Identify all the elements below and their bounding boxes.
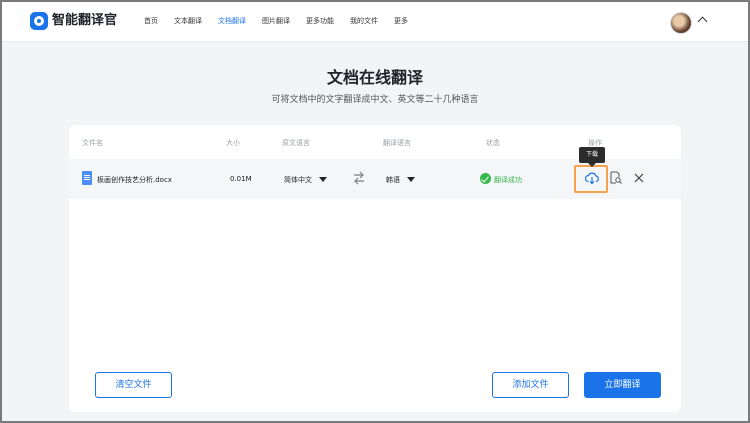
user-avatar[interactable] <box>670 12 692 34</box>
col-status: 状态 <box>486 139 500 147</box>
preview-icon[interactable] <box>610 171 622 184</box>
nav-image-translate[interactable]: 图片翻译 <box>262 14 290 28</box>
page-title: 文档在线翻译 <box>326 68 423 87</box>
col-size: 大小 <box>226 139 240 147</box>
app-window: 智能翻译官 首页 文本翻译 文档翻译 图片翻译 更多功能 我的文件 更多 文档在… <box>2 2 748 421</box>
add-file-button[interactable]: 添加文件 <box>492 372 569 398</box>
file-name: 板画创作技艺分析.docx <box>97 176 172 184</box>
download-tooltip: 下载 <box>579 147 605 167</box>
word-file-icon <box>82 171 92 185</box>
source-lang-select[interactable]: 简体中文 <box>284 175 312 185</box>
brand-name: 智能翻译官 <box>52 13 118 28</box>
nav-more[interactable]: 更多 <box>394 14 408 28</box>
clear-files-button[interactable]: 清空文件 <box>95 372 172 398</box>
target-lang-select[interactable]: 韩语 <box>386 175 400 185</box>
swap-icon[interactable] <box>353 171 365 185</box>
file-list-card: 文件名 大小 原文语言 翻译语言 状态 操作 板画创作技艺分析.docx 0.0… <box>69 125 681 412</box>
col-target-lang: 翻译语言 <box>383 139 411 147</box>
col-filename: 文件名 <box>82 139 103 147</box>
nav-doc-translate[interactable]: 文档翻译 <box>218 14 246 28</box>
caret-down-icon[interactable] <box>319 177 327 182</box>
col-source-lang: 原文语言 <box>282 139 310 147</box>
status-text: 翻译成功 <box>494 176 522 184</box>
page-subtitle: 可将文档中的文字翻译成中文、英文等二十几种语言 <box>271 95 479 105</box>
nav-more-features[interactable]: 更多功能 <box>306 14 334 28</box>
nav-home[interactable]: 首页 <box>144 14 158 28</box>
file-size: 0.01M <box>230 175 252 183</box>
main-nav: 首页 文本翻译 文档翻译 图片翻译 更多功能 我的文件 更多 <box>144 14 424 28</box>
success-check-icon <box>480 173 491 184</box>
app-logo-icon <box>30 12 48 30</box>
caret-down-icon[interactable] <box>407 177 415 182</box>
nav-my-files[interactable]: 我的文件 <box>350 14 378 28</box>
top-navbar: 智能翻译官 首页 文本翻译 文档翻译 图片翻译 更多功能 我的文件 更多 <box>2 2 748 42</box>
cloud-download-icon[interactable] <box>585 171 599 185</box>
close-icon[interactable] <box>634 173 644 183</box>
chevron-up-icon[interactable] <box>697 16 708 27</box>
nav-text-translate[interactable]: 文本翻译 <box>174 14 202 28</box>
translate-now-button[interactable]: 立即翻译 <box>584 372 661 398</box>
